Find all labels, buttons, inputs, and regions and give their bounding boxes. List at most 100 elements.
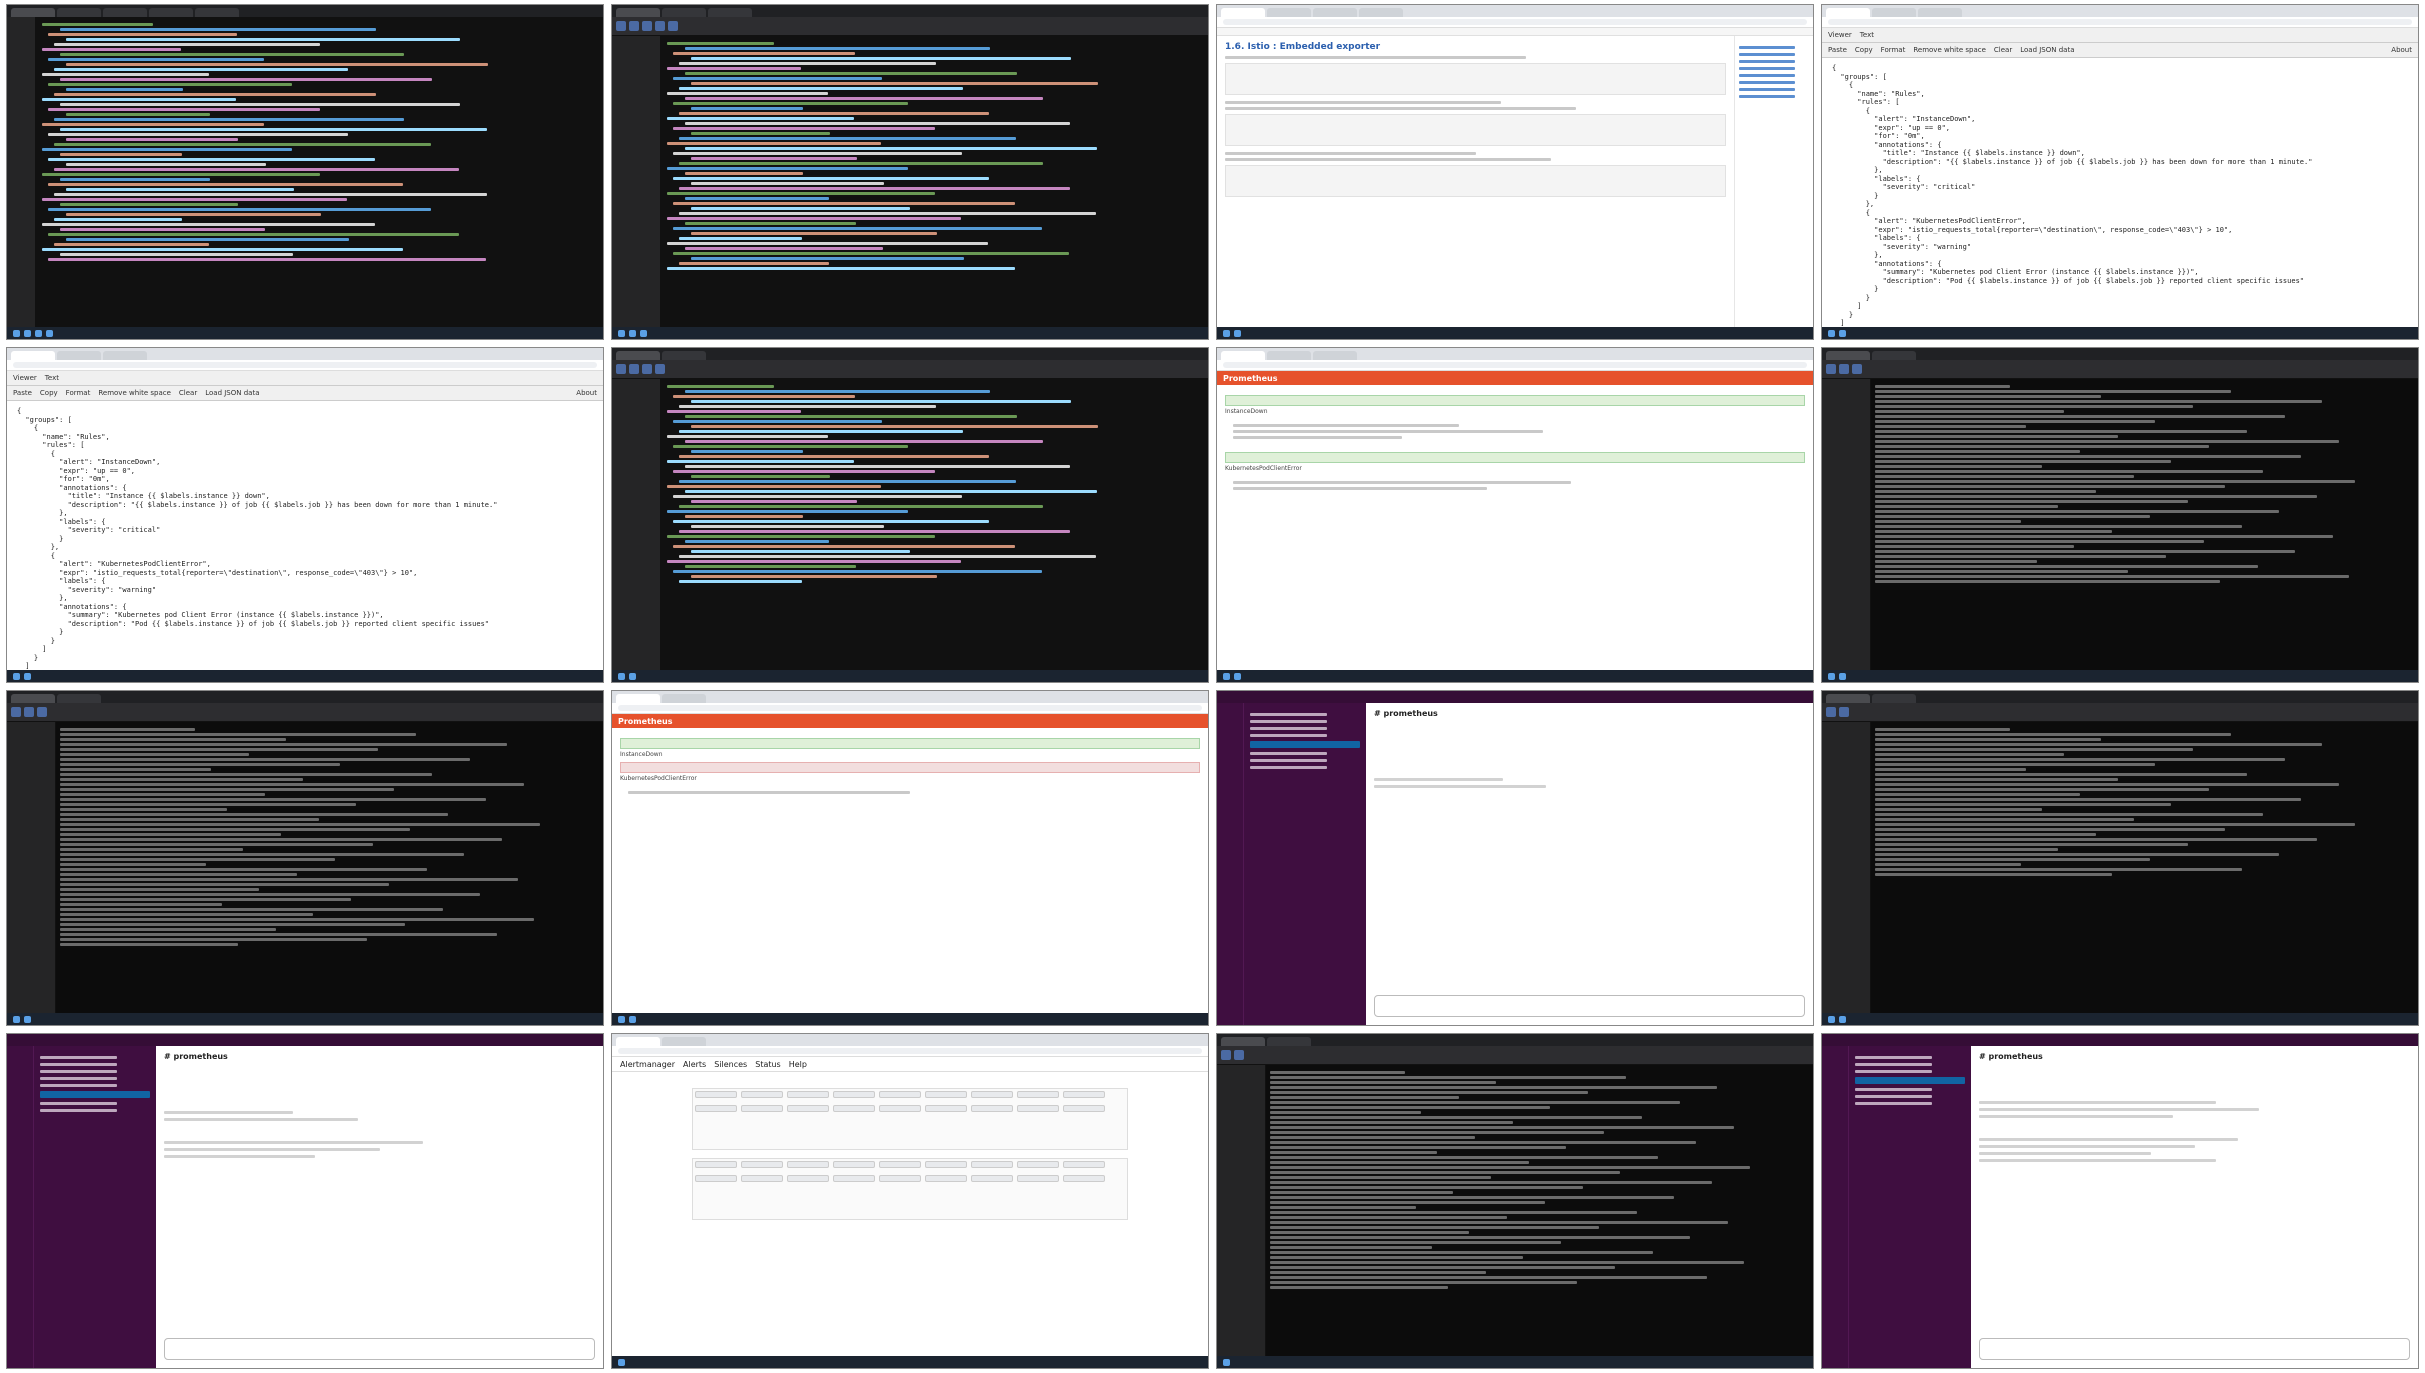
format-button[interactable]: Format [66,389,91,397]
terminal-output[interactable] [1871,722,2418,1013]
label-chip[interactable] [741,1105,783,1112]
load-json-button[interactable]: Load JSON data [2020,46,2074,54]
alert-group[interactable] [692,1088,1128,1150]
channel-title[interactable]: # prometheus [1979,1052,2410,1061]
label-chip[interactable] [833,1161,875,1168]
label-chip[interactable] [879,1175,921,1182]
label-chip[interactable] [1017,1105,1059,1112]
label-chip[interactable] [971,1175,1013,1182]
workspace-rail[interactable] [1217,703,1243,1025]
label-chip[interactable] [695,1105,737,1112]
workspace-rail[interactable] [1822,1046,1848,1368]
format-button[interactable]: Format [1881,46,1906,54]
browser-tabs[interactable] [1822,5,2418,17]
nav-alerts[interactable]: Alerts [683,1060,706,1069]
browser-tabs[interactable] [1217,348,1813,360]
nav-help[interactable]: Help [789,1060,807,1069]
label-chip[interactable] [1017,1175,1059,1182]
json-text[interactable]: { "groups": [ { "name": "Rules", "rules"… [1832,64,2408,327]
file-tree[interactable] [1822,379,1871,670]
address-bar[interactable] [1217,17,1813,28]
channel-title[interactable]: # prometheus [164,1052,595,1061]
label-chip[interactable] [925,1105,967,1112]
workspace-rail[interactable] [7,1046,33,1368]
label-chip[interactable] [879,1091,921,1098]
alert-rule-kubernetes-firing[interactable] [620,762,1200,773]
label-chip[interactable] [1063,1175,1105,1182]
code-area[interactable] [661,36,1208,327]
code-area[interactable] [661,379,1208,670]
json-editor[interactable]: { "groups": [ { "name": "Rules", "rules"… [7,401,603,670]
browser-tabs[interactable] [7,348,603,360]
nav-status[interactable]: Status [755,1060,781,1069]
label-chip[interactable] [879,1105,921,1112]
label-chip[interactable] [787,1161,829,1168]
terminal-output[interactable] [1266,1065,1813,1356]
address-bar[interactable] [612,703,1208,714]
prometheus-logo-text[interactable]: Prometheus [1223,374,1277,383]
label-chip[interactable] [787,1105,829,1112]
remove-whitespace-button[interactable]: Remove white space [1913,46,1986,54]
menu-viewer[interactable]: Viewer [13,374,37,382]
terminal-output[interactable] [1871,379,2418,670]
browser-tabs[interactable] [612,5,1208,17]
browser-tabs[interactable] [1217,1034,1813,1046]
about-link[interactable]: About [576,389,597,397]
message-composer[interactable] [1979,1338,2410,1360]
remove-whitespace-button[interactable]: Remove white space [98,389,171,397]
address-bar[interactable] [1217,360,1813,371]
slack-sidebar[interactable] [33,1046,156,1368]
file-tree[interactable] [7,17,36,327]
code-area[interactable] [36,17,603,327]
copy-button[interactable]: Copy [40,389,58,397]
slack-sidebar[interactable] [1243,703,1366,1025]
label-chip[interactable] [741,1175,783,1182]
browser-tabs[interactable] [612,348,1208,360]
clear-button[interactable]: Clear [1994,46,2012,54]
label-chip[interactable] [695,1175,737,1182]
label-chip[interactable] [741,1091,783,1098]
terminal-output[interactable] [56,722,603,1013]
label-chip[interactable] [1063,1161,1105,1168]
browser-tabs[interactable] [1822,348,2418,360]
alertmanager-title[interactable]: Alertmanager [620,1060,675,1069]
message-composer[interactable] [164,1338,595,1360]
file-tree[interactable] [612,379,661,670]
alert-group[interactable] [692,1158,1128,1220]
about-link[interactable]: About [2391,46,2412,54]
label-chip[interactable] [1063,1105,1105,1112]
file-tree[interactable] [612,36,661,327]
browser-tabs[interactable] [1217,5,1813,17]
browser-tabs[interactable] [612,1034,1208,1046]
json-text[interactable]: { "groups": [ { "name": "Rules", "rules"… [17,407,593,670]
slack-sidebar[interactable] [1848,1046,1971,1368]
browser-tabs[interactable] [612,691,1208,703]
label-chip[interactable] [1017,1161,1059,1168]
label-chip[interactable] [971,1091,1013,1098]
label-chip[interactable] [925,1161,967,1168]
label-chip[interactable] [971,1105,1013,1112]
address-bar[interactable] [1822,17,2418,28]
channel-title[interactable]: # prometheus [1374,709,1805,718]
label-chip[interactable] [787,1091,829,1098]
alert-rule-instancedown[interactable] [620,738,1200,749]
alert-rule-kubernetes[interactable] [1225,452,1805,463]
label-chip[interactable] [695,1161,737,1168]
menu-text[interactable]: Text [45,374,59,382]
label-chip[interactable] [787,1175,829,1182]
paste-button[interactable]: Paste [13,389,32,397]
file-tree[interactable] [7,722,56,1013]
label-chip[interactable] [833,1105,875,1112]
label-chip[interactable] [1063,1091,1105,1098]
clear-button[interactable]: Clear [179,389,197,397]
toc-sidebar[interactable] [1734,36,1813,327]
label-chip[interactable] [879,1161,921,1168]
nav-silences[interactable]: Silences [714,1060,747,1069]
menu-text[interactable]: Text [1860,31,1874,39]
paste-button[interactable]: Paste [1828,46,1847,54]
json-editor[interactable]: { "groups": [ { "name": "Rules", "rules"… [1822,58,2418,327]
file-tree[interactable] [1217,1065,1266,1356]
address-bar[interactable] [612,1046,1208,1057]
menu-viewer[interactable]: Viewer [1828,31,1852,39]
browser-tabs[interactable] [7,5,603,17]
